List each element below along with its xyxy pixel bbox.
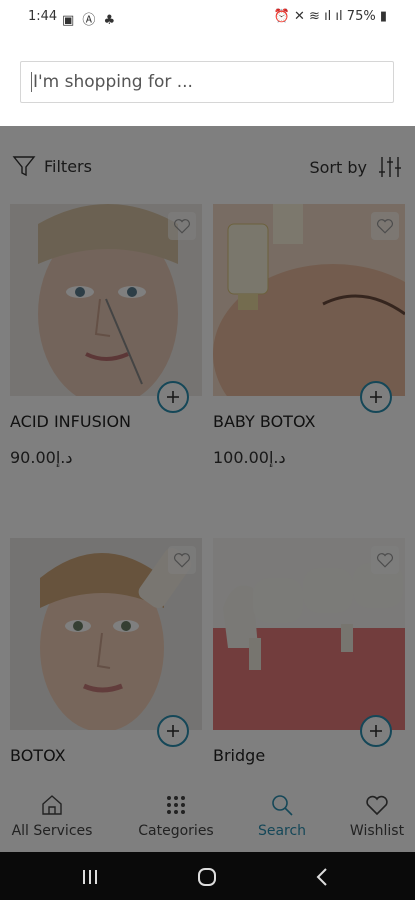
product-listing: Filters Sort by ACID INFUSION 90.00د.إ B… — [0, 126, 415, 852]
wishlist-toggle[interactable] — [168, 546, 196, 574]
nav-item-all-services[interactable]: All Services — [10, 793, 94, 839]
wishlist-toggle[interactable] — [168, 212, 196, 240]
filters-button[interactable]: Filters — [12, 154, 92, 178]
nav-label: Search — [257, 823, 307, 839]
nav-item-wishlist[interactable]: Wishlist — [346, 793, 408, 839]
status-time: 1:44 — [28, 9, 58, 24]
add-to-cart-button[interactable] — [156, 714, 190, 748]
nav-item-search[interactable]: Search — [254, 793, 310, 839]
product-card[interactable]: Bridge — [213, 538, 405, 765]
sort-label: Sort by — [309, 157, 367, 177]
back-icon[interactable] — [314, 867, 330, 887]
status-bar: 1:44 ▣ Ⓐ ♣ ⏰ ✕ ≋ ıl ıl 75% ▮ — [0, 0, 415, 34]
status-right: ⏰ ✕ ≋ ıl ıl 75% ▮ — [274, 9, 387, 24]
nav-label: Categories — [138, 823, 214, 839]
product-image — [10, 204, 202, 396]
heart-icon — [174, 219, 190, 234]
wishlist-toggle[interactable] — [371, 212, 399, 240]
nav-item-categories[interactable]: Categories — [134, 793, 218, 839]
heart-icon — [174, 553, 190, 568]
system-status-icons: ⏰ ✕ ≋ ıl ıl — [273, 9, 347, 24]
heart-icon — [366, 795, 388, 816]
add-to-cart-button[interactable] — [359, 380, 393, 414]
nav-label: All Services — [11, 823, 93, 839]
recent-apps-icon[interactable] — [80, 868, 100, 886]
product-card[interactable]: BOTOX — [10, 538, 202, 765]
home-icon — [42, 795, 62, 815]
product-name: BABY BOTOX — [213, 412, 316, 431]
add-to-cart-button[interactable] — [359, 714, 393, 748]
search-icon — [272, 795, 293, 816]
product-card[interactable]: BABY BOTOX 100.00د.إ — [213, 204, 405, 467]
bottom-navigation: All Services Categories Search Wishlist — [0, 785, 415, 852]
search-input[interactable]: I'm shopping for ... — [20, 61, 394, 103]
home-button-icon[interactable] — [196, 866, 218, 888]
heart-icon — [377, 219, 393, 234]
product-image — [213, 538, 405, 730]
product-card[interactable]: ACID INFUSION 90.00د.إ — [10, 204, 202, 467]
product-name: Bridge — [213, 746, 266, 765]
product-price: 100.00د.إ — [213, 448, 286, 467]
product-price: 90.00د.إ — [10, 448, 73, 467]
product-name: ACID INFUSION — [10, 412, 131, 431]
nav-label: Wishlist — [349, 823, 405, 839]
sort-icon — [379, 157, 401, 177]
battery-level: 75% — [346, 9, 376, 24]
filter-icon — [12, 156, 36, 177]
product-name: BOTOX — [10, 746, 66, 765]
wishlist-toggle[interactable] — [371, 546, 399, 574]
sort-button[interactable]: Sort by — [309, 154, 403, 180]
search-header: I'm shopping for ... — [0, 34, 415, 126]
text-caret — [31, 72, 32, 92]
battery-icon: ▮ — [379, 9, 387, 24]
grid-icon — [167, 796, 185, 814]
system-navigation-bar — [0, 852, 415, 900]
add-to-cart-button[interactable] — [156, 380, 190, 414]
search-placeholder: I'm shopping for ... — [33, 72, 193, 92]
notification-icons: ▣ Ⓐ ♣ — [62, 13, 118, 28]
product-image — [213, 204, 405, 396]
filters-label: Filters — [44, 156, 92, 176]
heart-icon — [377, 553, 393, 568]
product-image — [10, 538, 202, 730]
